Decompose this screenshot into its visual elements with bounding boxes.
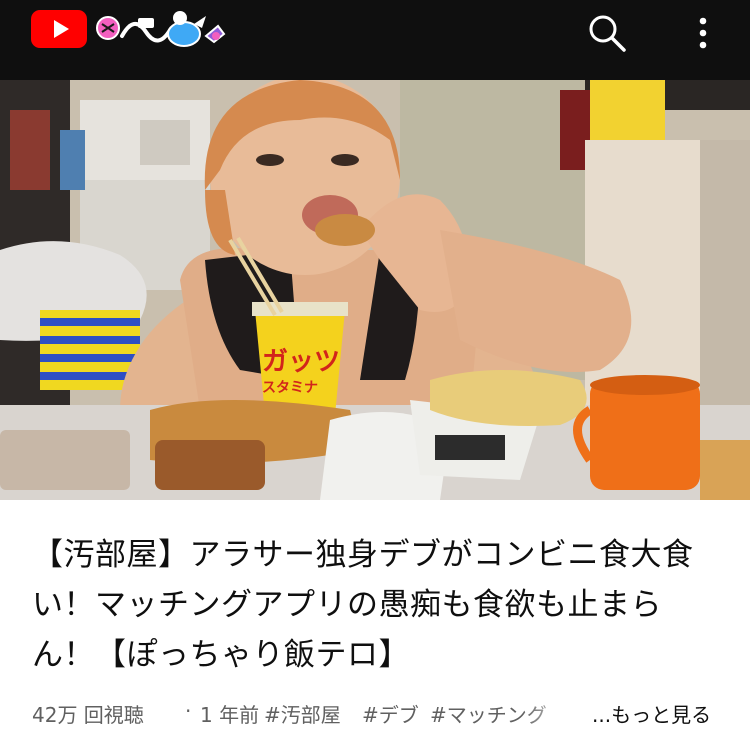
- youtube-logo[interactable]: [31, 10, 87, 48]
- katsu-sandwich: [155, 440, 265, 490]
- hashtag-link[interactable]: #デブ: [362, 699, 419, 728]
- upload-age: 1 年前: [200, 703, 260, 727]
- bread-bag: [430, 370, 587, 426]
- top-app-bar: [0, 0, 750, 80]
- view-count: 42万 回視聴: [32, 703, 144, 727]
- text-fade: [522, 697, 592, 729]
- video-thumbnail[interactable]: ガッツ スタミナ: [0, 80, 750, 500]
- video-title[interactable]: 【汚部屋】アラサー独身デブがコンビニ食大食い！マッチングアプリの愚痴も食欲も止ま…: [32, 530, 722, 680]
- video-meta: 42万 回視聴 · 1 年前 #汚部屋 #デブ #マッチング ...もっと見る: [32, 697, 722, 729]
- more-vert-icon[interactable]: [690, 12, 716, 54]
- channel-logo-doodle: [96, 11, 226, 47]
- search-icon[interactable]: [586, 12, 628, 54]
- cup-brand-text: ガッツ: [262, 346, 340, 376]
- meta-separator: ·: [185, 699, 192, 723]
- show-more-link[interactable]: ...もっと見る: [592, 699, 711, 728]
- orange-mug: [573, 375, 700, 490]
- phone: [0, 430, 130, 490]
- box: [700, 440, 750, 500]
- hashtag-link[interactable]: #汚部屋: [264, 699, 341, 728]
- cup-sub-text: スタミナ: [262, 379, 318, 395]
- play-triangle-icon: [53, 20, 69, 38]
- fried-snack: [315, 214, 375, 246]
